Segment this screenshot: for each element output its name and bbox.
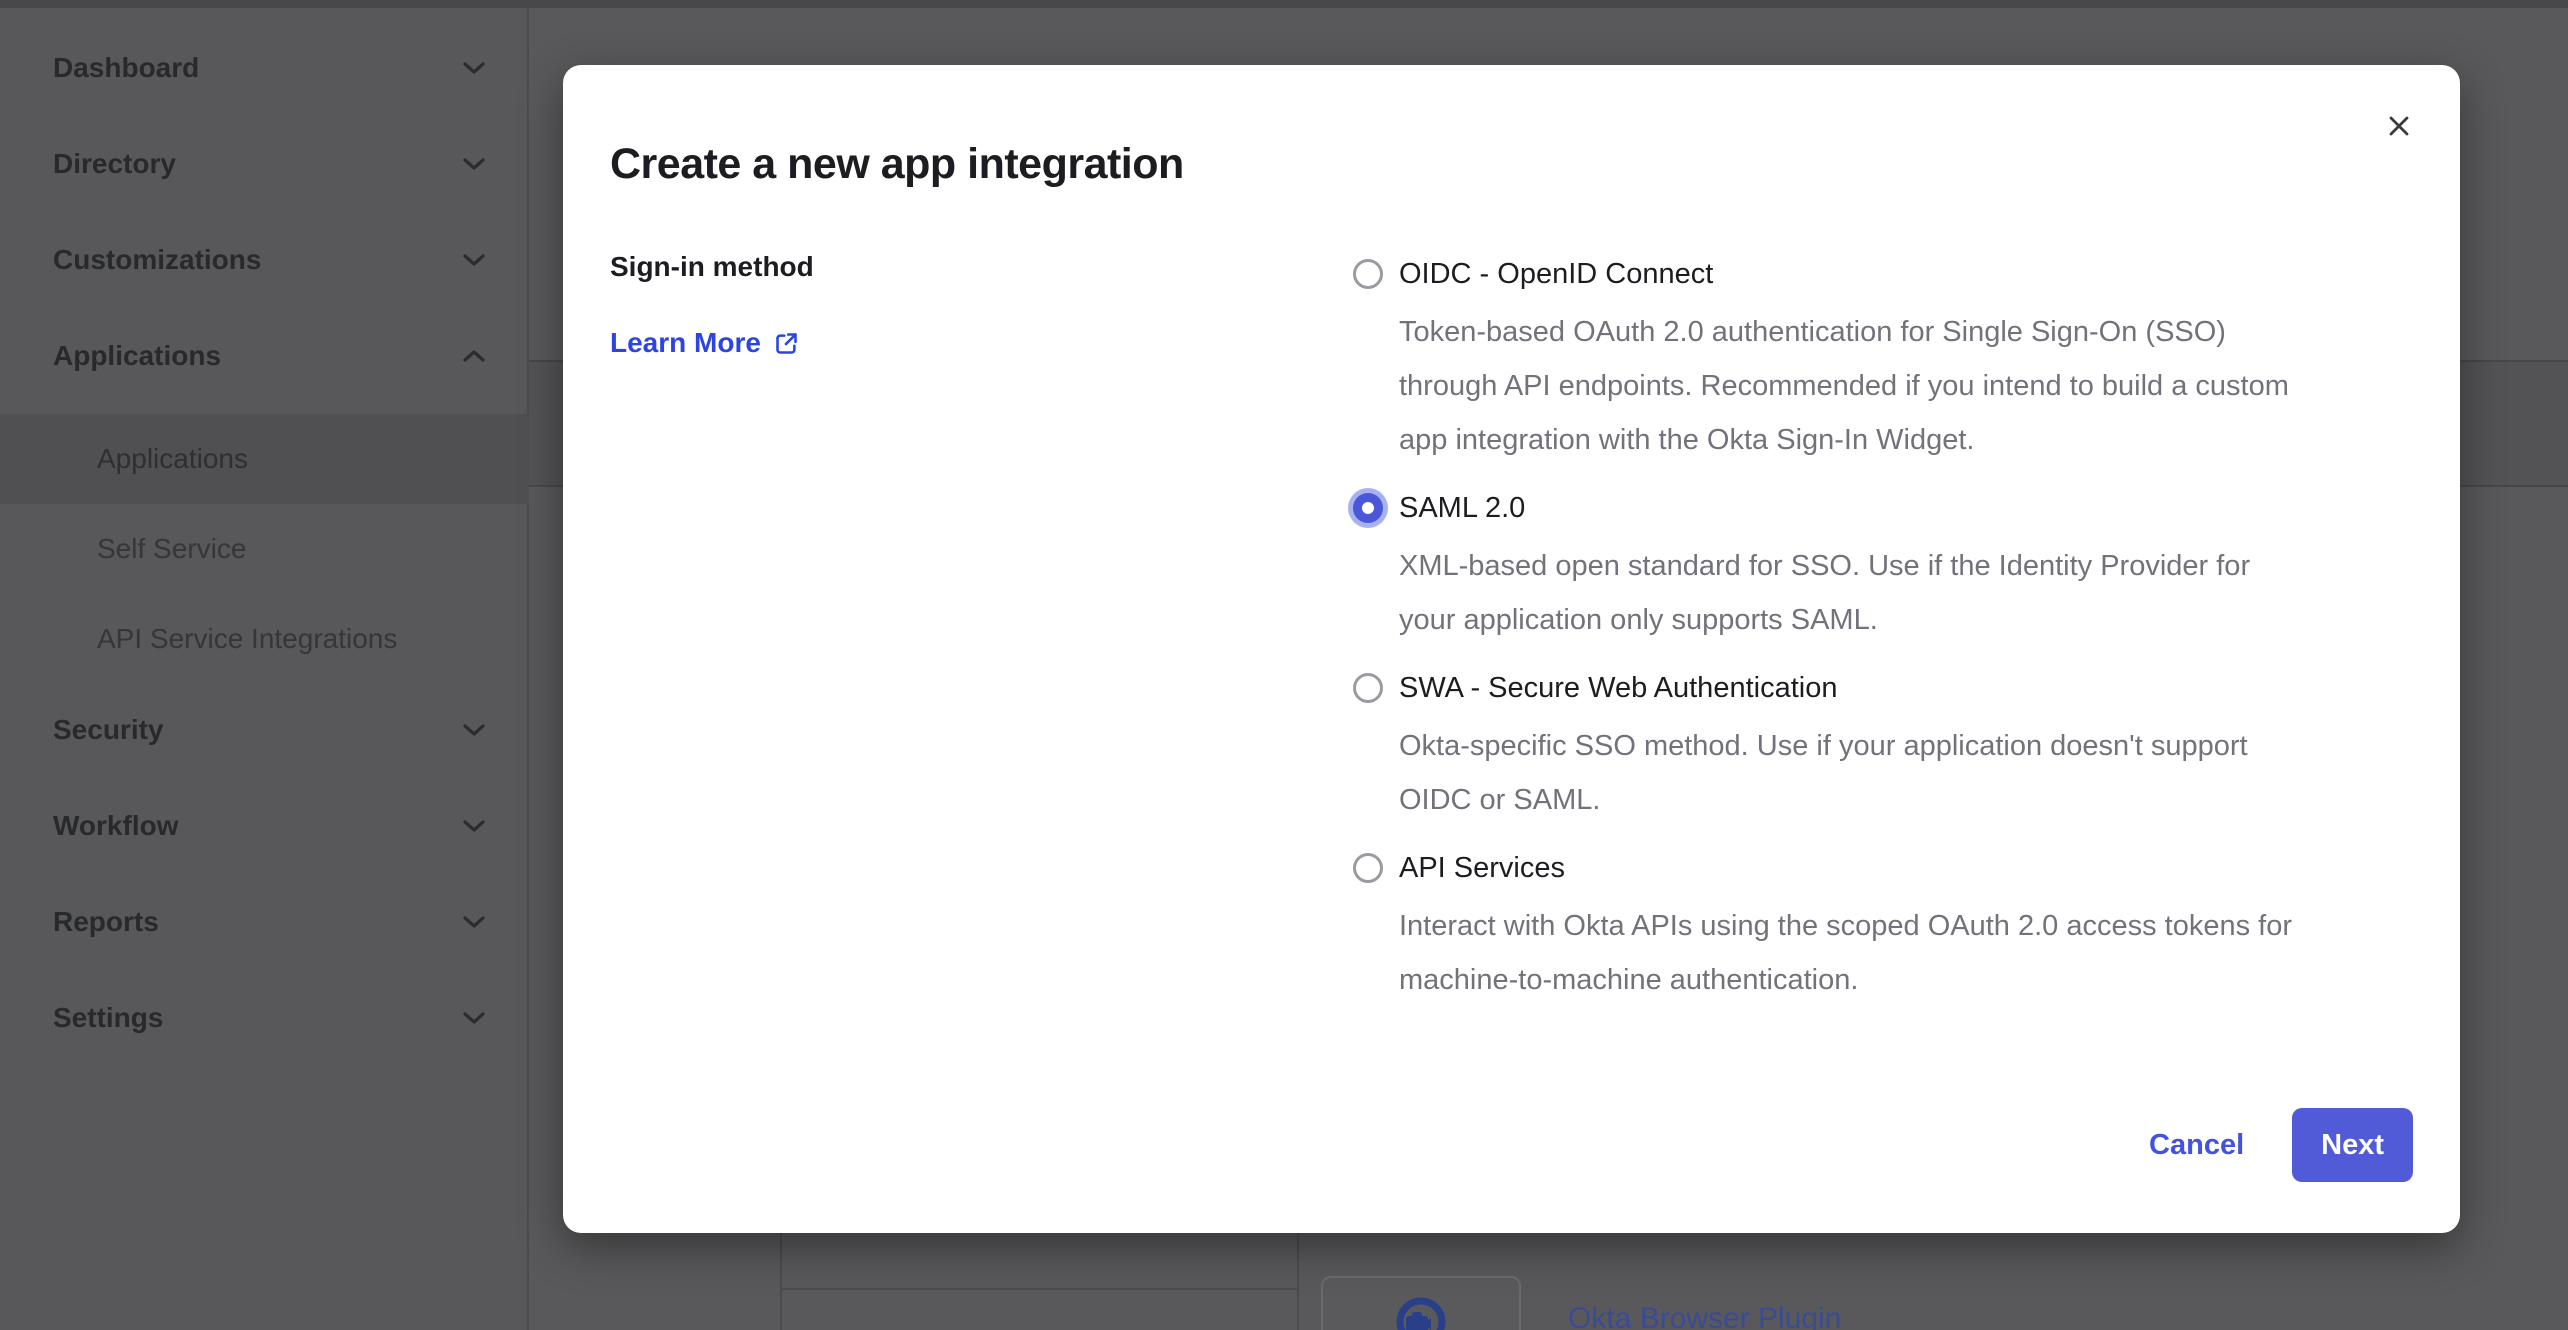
option-label: OIDC - OpenID Connect xyxy=(1399,258,1713,291)
modal-title: Create a new app integration xyxy=(610,140,1184,189)
sign-in-method-options: OIDC - OpenID Connect Token-based OAuth … xyxy=(1353,253,2433,1027)
sidebar-subitem-self-service[interactable]: Self Service xyxy=(0,504,529,594)
sidebar-item-workflow[interactable]: Workflow xyxy=(0,778,529,874)
next-button[interactable]: Next xyxy=(2292,1108,2413,1182)
sidebar-subitem-api-service-integrations[interactable]: API Service Integrations xyxy=(0,594,529,684)
background-panel-divider xyxy=(1297,1233,1299,1330)
chevron-down-icon xyxy=(463,819,485,833)
option-description: Interact with Okta APIs using the scoped… xyxy=(1399,899,2433,1007)
external-link-icon xyxy=(773,330,800,357)
radio-saml[interactable] xyxy=(1353,493,1383,523)
sidebar-item-applications[interactable]: Applications xyxy=(0,308,529,404)
close-icon xyxy=(2383,110,2415,142)
radio-oidc[interactable] xyxy=(1353,259,1383,289)
okta-browser-plugin-link[interactable]: Okta Browser Plugin xyxy=(1568,1302,1841,1330)
close-button[interactable] xyxy=(2380,107,2418,145)
chevron-down-icon xyxy=(463,253,485,267)
okta-plugin-icon xyxy=(1393,1294,1449,1330)
sidebar-item-dashboard[interactable]: Dashboard xyxy=(0,20,529,116)
sidebar-subitem-label: Applications xyxy=(97,443,248,475)
option-label: SAML 2.0 xyxy=(1399,492,1525,525)
sign-in-method-label: Sign-in method xyxy=(610,251,814,283)
cancel-button[interactable]: Cancel xyxy=(2149,1129,2244,1162)
create-app-integration-modal: Create a new app integration Sign-in met… xyxy=(563,65,2460,1233)
app-catalog-card[interactable] xyxy=(1321,1276,1521,1330)
modal-footer: Cancel Next xyxy=(2149,1107,2413,1183)
top-header-strip xyxy=(0,0,2568,8)
chevron-down-icon xyxy=(463,157,485,171)
sidebar-nav: Dashboard Directory Customizations Appli… xyxy=(0,8,529,1330)
option-api-services-row[interactable]: API Services xyxy=(1353,847,2433,889)
option-api-services: API Services Interact with Okta APIs usi… xyxy=(1353,847,2433,1007)
sidebar-item-label: Security xyxy=(53,714,164,746)
option-saml-row[interactable]: SAML 2.0 xyxy=(1353,487,2433,529)
radio-swa[interactable] xyxy=(1353,673,1383,703)
option-oidc-row[interactable]: OIDC - OpenID Connect xyxy=(1353,253,2433,295)
option-description: XML-based open standard for SSO. Use if … xyxy=(1399,539,2433,647)
sidebar-item-label: Directory xyxy=(53,148,176,180)
radio-api-services[interactable] xyxy=(1353,853,1383,883)
sidebar-item-settings[interactable]: Settings xyxy=(0,970,529,1066)
background-section-divider xyxy=(782,1288,1297,1290)
sidebar-subitem-applications[interactable]: Applications xyxy=(0,414,529,504)
sidebar-item-label: Applications xyxy=(53,340,221,372)
chevron-down-icon xyxy=(463,915,485,929)
sidebar-subitem-label: Self Service xyxy=(97,533,246,565)
sidebar-item-customizations[interactable]: Customizations xyxy=(0,212,529,308)
learn-more-label: Learn More xyxy=(610,327,761,359)
option-oidc: OIDC - OpenID Connect Token-based OAuth … xyxy=(1353,253,2433,467)
sidebar-subitem-label: API Service Integrations xyxy=(97,623,397,655)
chevron-up-icon xyxy=(463,349,485,363)
background-panel-divider xyxy=(780,1233,782,1330)
learn-more-link[interactable]: Learn More xyxy=(610,327,800,359)
sidebar-item-label: Reports xyxy=(53,906,159,938)
sidebar-item-reports[interactable]: Reports xyxy=(0,874,529,970)
option-description: Okta-specific SSO method. Use if your ap… xyxy=(1399,719,2433,827)
chevron-down-icon xyxy=(463,61,485,75)
option-swa: SWA - Secure Web Authentication Okta-spe… xyxy=(1353,667,2433,827)
option-description: Token-based OAuth 2.0 authentication for… xyxy=(1399,305,2433,467)
chevron-down-icon xyxy=(463,1011,485,1025)
sidebar-item-label: Settings xyxy=(53,1002,163,1034)
sidebar-item-directory[interactable]: Directory xyxy=(0,116,529,212)
okta-admin-screen: Dashboard Directory Customizations Appli… xyxy=(0,0,2568,1330)
option-saml: SAML 2.0 XML-based open standard for SSO… xyxy=(1353,487,2433,647)
option-label: SWA - Secure Web Authentication xyxy=(1399,672,1837,705)
chevron-down-icon xyxy=(463,723,485,737)
sidebar-item-label: Customizations xyxy=(53,244,261,276)
option-swa-row[interactable]: SWA - Secure Web Authentication xyxy=(1353,667,2433,709)
sidebar-item-label: Workflow xyxy=(53,810,178,842)
option-label: API Services xyxy=(1399,852,1565,885)
sidebar-item-security[interactable]: Security xyxy=(0,682,529,778)
sidebar-item-label: Dashboard xyxy=(53,52,199,84)
